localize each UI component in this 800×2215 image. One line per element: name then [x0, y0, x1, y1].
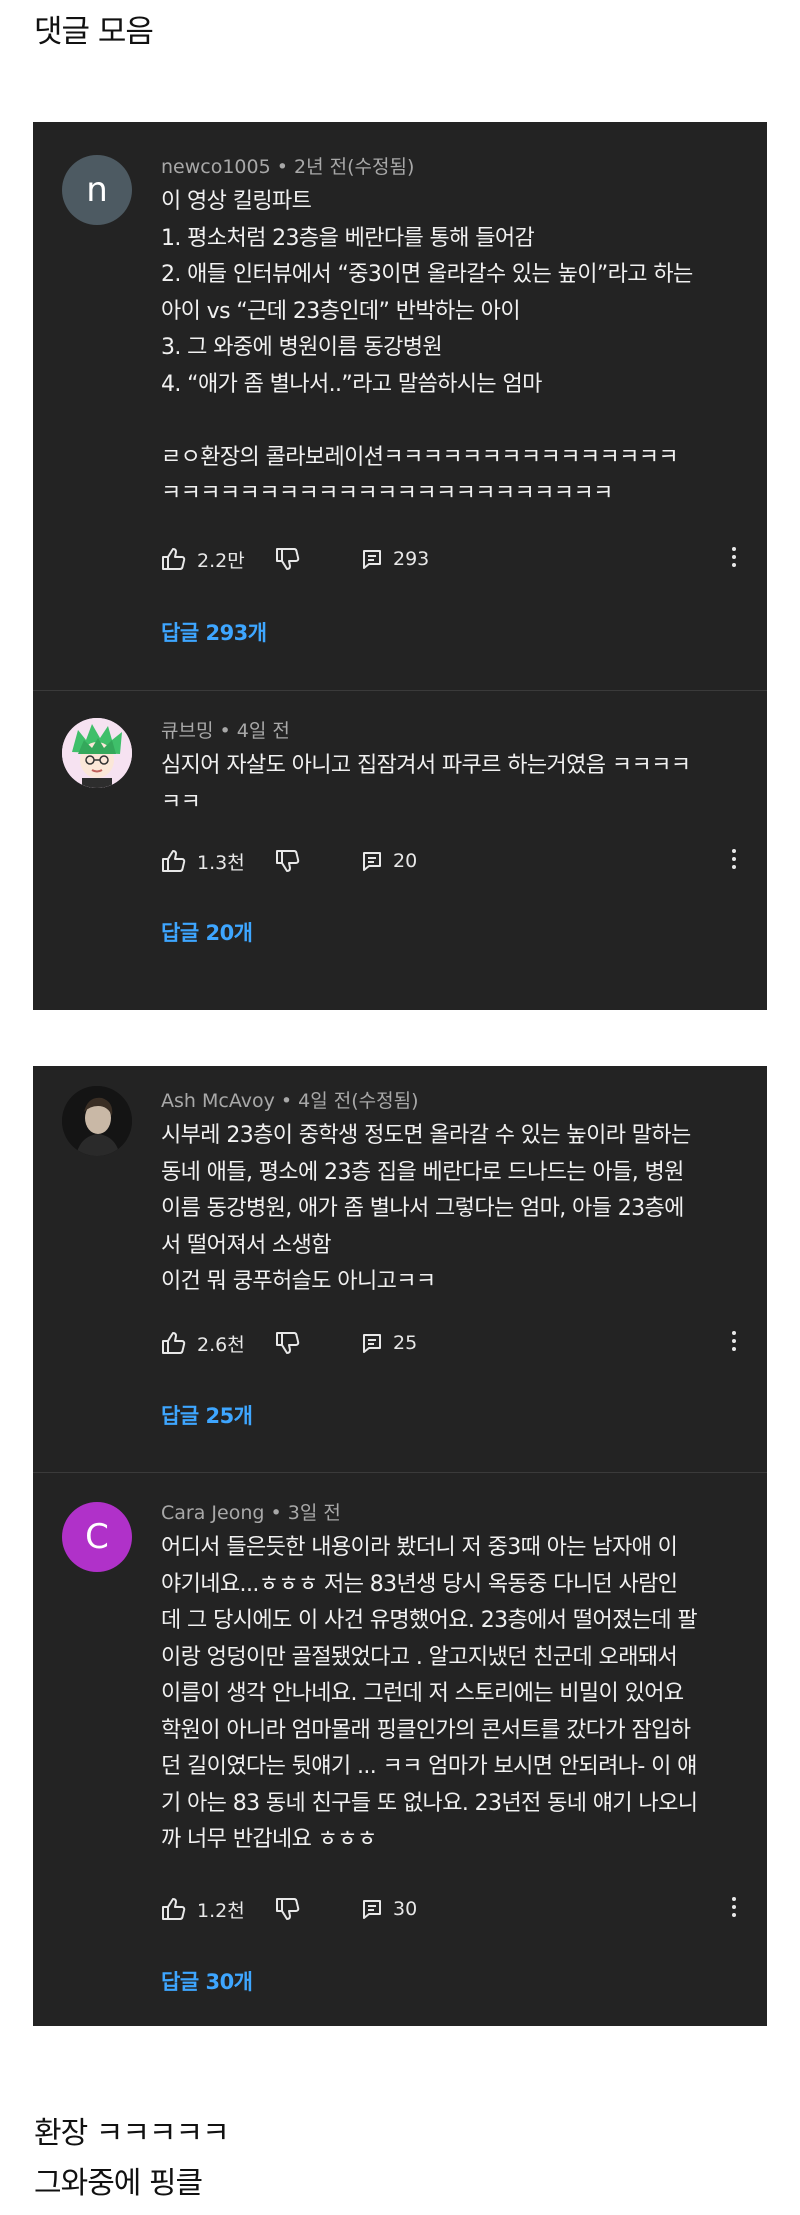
like-count: 1.3천	[197, 851, 245, 874]
thumbs-up-icon	[162, 850, 186, 872]
comment-icon	[363, 852, 381, 871]
avatar-letter: n	[86, 170, 108, 210]
comment-icon	[363, 1900, 381, 1919]
comment-icon	[363, 550, 381, 569]
comment-item: n newco1005 • 2년 전(수정됨) 이 영상 킬링파트 1. 평소처…	[33, 122, 767, 690]
thumbs-down-icon	[276, 850, 300, 872]
dislike-button[interactable]	[275, 846, 301, 876]
view-replies-link[interactable]: 답글 25개	[161, 1400, 253, 1430]
comment-actions: 2.6천 25	[161, 1328, 757, 1358]
avatar[interactable]	[62, 1086, 132, 1156]
avatar[interactable]	[62, 718, 132, 788]
reply-count-button[interactable]: 25	[361, 1328, 417, 1358]
comment-actions: 1.3천 20	[161, 846, 757, 876]
dislike-button[interactable]	[275, 544, 301, 574]
like-button[interactable]: 1.2천	[161, 1894, 245, 1924]
reply-count: 25	[393, 1332, 418, 1354]
reply-count: 30	[393, 1898, 418, 1920]
view-replies-link[interactable]: 답글 30개	[161, 1966, 253, 1996]
dislike-button[interactable]	[275, 1894, 301, 1924]
comment-meta: newco1005 • 2년 전(수정됨)	[161, 152, 414, 179]
like-count: 1.2천	[197, 1899, 245, 1922]
comment-meta: Ash McAvoy • 4일 전(수정됨)	[161, 1086, 418, 1113]
reply-count-button[interactable]: 30	[361, 1894, 417, 1924]
comment-text: 심지어 자살도 아니고 집잠겨서 파쿠르 하는거였음 ㅋㅋㅋㅋ ㅋㅋ	[161, 753, 691, 815]
character-avatar-icon	[62, 718, 132, 788]
meta-separator: •	[280, 1090, 299, 1112]
avatar-letter: C	[85, 1517, 109, 1557]
thumbs-down-icon	[276, 1898, 300, 1920]
comment-item: 큐브밍 • 4일 전 심지어 자살도 아니고 집잠겨서 파쿠르 하는거였음 ㅋㅋ…	[33, 690, 767, 1010]
comment-panel: Ash McAvoy • 4일 전(수정됨) 시부레 23층이 중학생 정도면 …	[33, 1066, 767, 2026]
avatar[interactable]: C	[62, 1502, 132, 1572]
dislike-button[interactable]	[275, 1328, 301, 1358]
comment-icon	[363, 1334, 381, 1353]
meta-separator: •	[276, 156, 294, 178]
comment-actions: 2.2만 293	[161, 544, 757, 574]
like-button[interactable]: 2.6천	[161, 1328, 245, 1358]
more-options-icon[interactable]	[731, 1897, 737, 1921]
like-count: 2.6천	[197, 1333, 245, 1356]
comment-item: Ash McAvoy • 4일 전(수정됨) 시부레 23층이 중학생 정도면 …	[33, 1066, 767, 1472]
like-button[interactable]: 1.3천	[161, 846, 245, 876]
thumbs-up-icon	[162, 1332, 186, 1354]
more-options-icon[interactable]	[731, 547, 737, 571]
comment-time[interactable]: 2년 전(수정됨)	[294, 156, 414, 178]
comment-time[interactable]: 4일 전	[237, 720, 290, 742]
more-options-icon[interactable]	[731, 849, 737, 873]
meta-separator: •	[270, 1502, 288, 1524]
like-button[interactable]: 2.2만	[161, 544, 245, 574]
comment-text: 이 영상 킬링파트 1. 평소처럼 23층을 베란다를 통해 들어감 2. 애들…	[161, 189, 693, 506]
caption-line: 그와중에 핑클	[34, 2166, 203, 2201]
reply-count-button[interactable]: 20	[361, 846, 417, 876]
reply-count: 20	[393, 850, 418, 872]
avatar[interactable]: n	[62, 155, 132, 225]
comment-actions: 1.2천 30	[161, 1894, 757, 1924]
page-title: 댓글 모음	[34, 14, 154, 50]
comment-author[interactable]: Ash McAvoy	[161, 1090, 275, 1112]
profile-photo-icon	[62, 1086, 132, 1156]
thumbs-up-icon	[162, 1898, 186, 1920]
meta-separator: •	[219, 720, 237, 742]
thumbs-down-icon	[276, 548, 300, 570]
reply-count: 293	[393, 548, 430, 570]
reply-count-button[interactable]: 293	[361, 544, 429, 574]
comment-meta: 큐브밍 • 4일 전	[161, 716, 290, 743]
view-replies-link[interactable]: 답글 293개	[161, 617, 267, 647]
more-options-icon[interactable]	[731, 1331, 737, 1355]
view-replies-link[interactable]: 답글 20개	[161, 917, 253, 947]
comment-panel: n newco1005 • 2년 전(수정됨) 이 영상 킬링파트 1. 평소처…	[33, 122, 767, 1010]
comment-time[interactable]: 4일 전(수정됨)	[298, 1090, 418, 1112]
comment-item: C Cara Jeong • 3일 전 어디서 들은듯한 내용이라 봤더니 저 …	[33, 1472, 767, 2026]
comment-author[interactable]: Cara Jeong	[161, 1502, 264, 1524]
comment-text: 시부레 23층이 중학생 정도면 올라갈 수 있는 높이라 말하는 동네 애들,…	[161, 1123, 691, 1294]
comment-time[interactable]: 3일 전	[288, 1502, 341, 1524]
thumbs-down-icon	[276, 1332, 300, 1354]
comment-meta: Cara Jeong • 3일 전	[161, 1498, 341, 1525]
like-count: 2.2만	[197, 549, 245, 572]
comment-author[interactable]: newco1005	[161, 156, 271, 178]
caption-line: 환장 ㅋㅋㅋㅋㅋ	[34, 2116, 230, 2151]
thumbs-up-icon	[162, 548, 186, 570]
comment-text: 어디서 들은듯한 내용이라 봤더니 저 중3때 아는 남자애 이 야기네요...…	[161, 1535, 698, 1852]
comment-author[interactable]: 큐브밍	[161, 720, 213, 742]
